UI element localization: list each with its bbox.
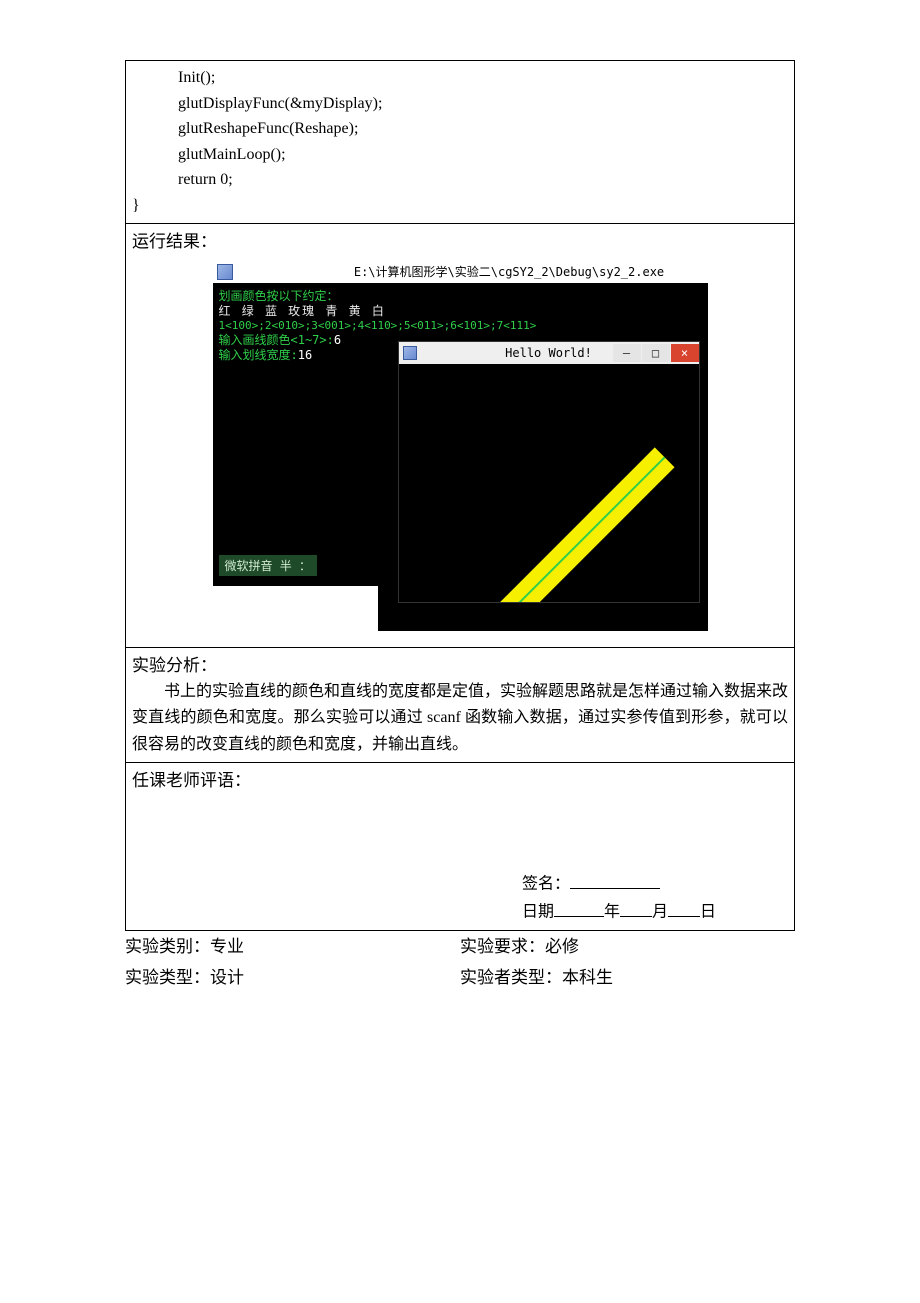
console-bottom-blank — [213, 586, 378, 631]
meta-right: 实验要求：必修 — [460, 933, 795, 960]
yellow-line — [421, 447, 674, 602]
teacher-label: 任课老师评语： — [132, 767, 788, 794]
signature-blank — [570, 870, 660, 889]
code-block: Init(); glutDisplayFunc(&myDisplay); glu… — [132, 65, 788, 219]
code-line: glutMainLoop(); — [132, 142, 788, 168]
signature-block: 签名： 日期 年 月 日 — [132, 864, 788, 926]
code-cell: Init(); glutDisplayFunc(&myDisplay); glu… — [126, 61, 794, 224]
day-label: 日 — [700, 904, 716, 921]
year-blank — [554, 898, 604, 917]
ime-bar: 微软拼音 半 ： — [219, 555, 317, 576]
hello-title-text: Hello World! — [399, 346, 699, 360]
program-screenshot: E:\计算机图形学\实验二\cgSY2_2\Debug\sy2_2.exe 划画… — [213, 261, 708, 631]
meta-left: 实验类型：设计 — [125, 964, 460, 991]
analysis-label: 实验分析： — [132, 652, 788, 679]
input-value: 6 — [334, 333, 341, 347]
meta-row-1: 实验类别：专业 实验要求：必修 — [125, 931, 795, 962]
code-line: glutDisplayFunc(&myDisplay); — [132, 91, 788, 117]
month-blank — [620, 898, 652, 917]
input-value: 16 — [298, 348, 312, 362]
screenshot-wrap: E:\计算机图形学\实验二\cgSY2_2\Debug\sy2_2.exe 划画… — [132, 255, 788, 643]
prompt-text: 输入画线颜色<1~7>: — [219, 333, 334, 347]
console-title: E:\计算机图形学\实验二\cgSY2_2\Debug\sy2_2.exe — [354, 261, 664, 283]
code-line: } — [132, 193, 788, 219]
run-result-label: 运行结果： — [132, 228, 788, 255]
console-line: 红 绿 蓝 玫瑰 青 黄 白 — [219, 304, 702, 319]
analysis-cell: 实验分析： 书上的实验直线的颜色和直线的宽度都是定值，实验解题思路就是怎样通过输… — [126, 648, 794, 763]
date-label: 日期 — [522, 904, 554, 921]
signature-label: 签名： — [522, 876, 570, 893]
console-line: 划画颜色按以下约定： — [219, 289, 702, 304]
page: Init(); glutDisplayFunc(&myDisplay); glu… — [0, 0, 920, 1303]
analysis-body: 书上的实验直线的颜色和直线的宽度都是定值，实验解题思路就是怎样通过输入数据来改变… — [132, 679, 788, 758]
year-label: 年 — [604, 904, 620, 921]
meta-left: 实验类别：专业 — [125, 933, 460, 960]
run-result-cell: 运行结果： E:\计算机图形学\实验二\cgSY2_2\Debug\sy2_2.… — [126, 224, 794, 648]
hello-canvas — [399, 364, 699, 602]
signature-line: 签名： — [522, 870, 788, 898]
meta-right: 实验者类型：本科生 — [460, 964, 795, 991]
code-line: Init(); — [132, 65, 788, 91]
report-table: Init(); glutDisplayFunc(&myDisplay); glu… — [125, 60, 795, 931]
prompt-text: 输入划线宽度: — [219, 348, 298, 362]
console-titlebar: E:\计算机图形学\实验二\cgSY2_2\Debug\sy2_2.exe — [213, 261, 708, 283]
code-line: return 0; — [132, 167, 788, 193]
console-line: 1<100>;2<010>;3<001>;4<110>;5<011>;6<101… — [219, 319, 702, 333]
teacher-cell: 任课老师评语： 签名： 日期 年 月 日 — [126, 763, 794, 930]
console-icon — [217, 264, 233, 280]
date-line: 日期 年 月 日 — [522, 898, 788, 926]
code-line: glutReshapeFunc(Reshape); — [132, 116, 788, 142]
blank-space — [132, 794, 788, 864]
hello-titlebar: Hello World! – □ × — [399, 342, 699, 364]
hello-window: Hello World! – □ × — [398, 341, 700, 603]
month-label: 月 — [652, 904, 668, 921]
meta-row-2: 实验类型：设计 实验者类型：本科生 — [125, 962, 795, 993]
day-blank — [668, 898, 700, 917]
